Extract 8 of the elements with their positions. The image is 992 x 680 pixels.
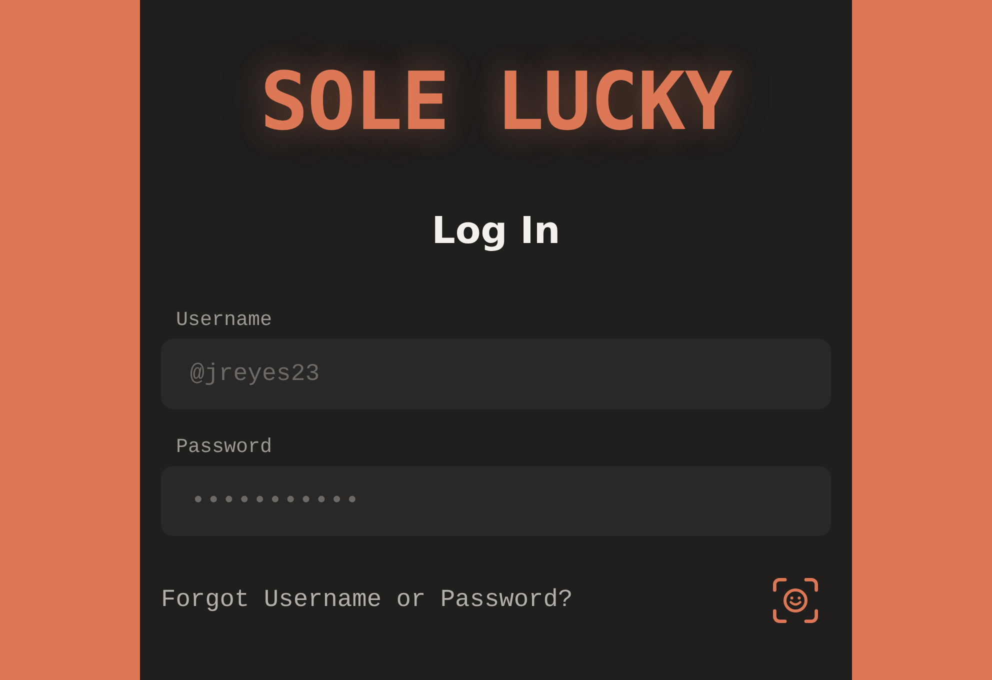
username-field[interactable]: @jreyes23 — [161, 339, 831, 409]
field-label: Password — [176, 435, 272, 461]
forgot-credentials-link[interactable]: Forgot Username or Password? — [161, 586, 573, 616]
password-field[interactable]: ••••••••••• — [161, 466, 831, 536]
page-heading: Log In — [432, 210, 560, 252]
brand-logo: SOLE LUCKY — [260, 58, 732, 146]
face-scan-icon[interactable] — [773, 578, 818, 623]
field-label: Username — [176, 308, 272, 334]
